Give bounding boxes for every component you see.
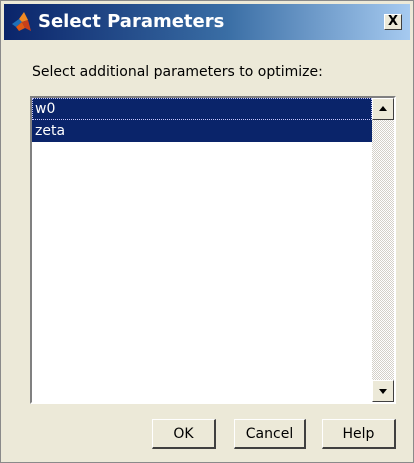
close-icon: X: [387, 14, 399, 29]
list-item-w0[interactable]: w0: [32, 98, 372, 120]
title-bar[interactable]: Select Parameters X: [4, 4, 410, 40]
parameter-listbox[interactable]: w0 zeta: [30, 96, 396, 404]
vertical-scrollbar[interactable]: [372, 98, 394, 402]
select-parameters-dialog: Select Parameters X Select additional pa…: [0, 0, 414, 463]
scroll-up-button[interactable]: [372, 98, 394, 120]
scroll-up-arrow-icon: [379, 106, 387, 111]
matlab-icon: [10, 11, 32, 33]
prompt-label: Select additional parameters to optimize…: [32, 64, 323, 80]
scroll-down-button[interactable]: [372, 380, 394, 402]
list-item-zeta[interactable]: zeta: [32, 120, 372, 142]
ok-button[interactable]: OK: [152, 419, 216, 449]
close-button[interactable]: X: [384, 14, 402, 30]
scroll-down-arrow-icon: [379, 389, 387, 394]
dialog-title: Select Parameters: [38, 11, 225, 32]
parameter-list-items: w0 zeta: [32, 98, 372, 142]
help-button[interactable]: Help: [322, 419, 396, 449]
cancel-button[interactable]: Cancel: [234, 419, 306, 449]
